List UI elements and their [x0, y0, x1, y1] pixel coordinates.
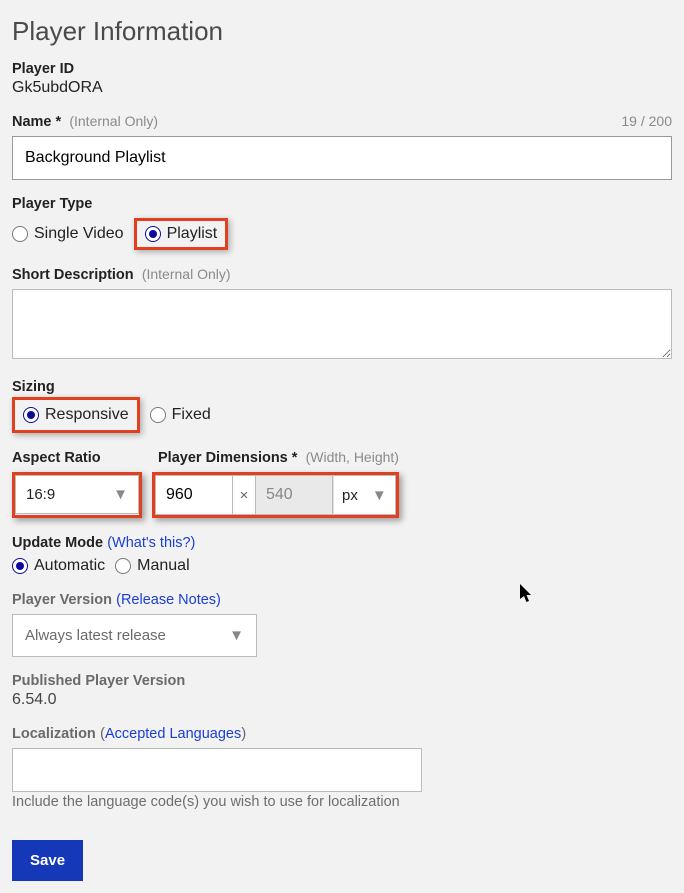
player-id-label: Player ID [12, 61, 672, 77]
dimensions-separator: × [233, 475, 255, 515]
update-mode-section: Update Mode (What's this?) Automatic Man… [12, 534, 672, 575]
player-type-playlist-label: Playlist [167, 225, 218, 243]
dimensions-unit-select[interactable]: px ▼ [333, 475, 396, 515]
dimensions-height-input [255, 475, 333, 515]
short-description-section: Short Description (Internal Only) [12, 266, 672, 363]
localization-section: Localization (Accepted Languages) Includ… [12, 725, 672, 810]
player-version-section: Player Version (Release Notes) Always la… [12, 591, 672, 657]
highlight-aspect-ratio: 16:9 ▼ [12, 472, 142, 518]
player-version-link[interactable]: (Release Notes) [116, 592, 221, 608]
localization-label: Localization [12, 726, 96, 742]
player-type-single-label: Single Video [34, 225, 124, 243]
published-version-value: 6.54.0 [12, 691, 672, 709]
save-button[interactable]: Save [12, 840, 83, 881]
localization-helper: Include the language code(s) you wish to… [12, 794, 672, 810]
radio-unselected-icon [150, 407, 166, 423]
update-mode-automatic-radio[interactable]: Automatic [12, 557, 105, 575]
player-type-label: Player Type [12, 196, 672, 212]
update-mode-label: Update Mode [12, 535, 103, 551]
name-section: Name * (Internal Only) 19 / 200 [12, 113, 672, 180]
highlight-playlist: Playlist [134, 218, 229, 250]
short-description-input[interactable] [12, 289, 672, 359]
aspect-ratio-label: Aspect Ratio [12, 450, 101, 466]
aspect-ratio-value: 16:9 [26, 486, 55, 503]
update-mode-automatic-label: Automatic [34, 557, 105, 575]
localization-input[interactable] [12, 748, 422, 792]
sizing-responsive-label: Responsive [45, 406, 129, 424]
name-input[interactable] [12, 136, 672, 180]
update-mode-link[interactable]: (What's this?) [107, 535, 195, 551]
aspect-dimensions-section: Aspect Ratio Player Dimensions * (Width,… [12, 449, 672, 518]
short-description-label: Short Description [12, 267, 134, 283]
player-version-select[interactable]: Always latest release ▼ [12, 614, 257, 657]
radio-unselected-icon [115, 558, 131, 574]
sizing-label: Sizing [12, 379, 672, 395]
dimensions-label: Player Dimensions * [158, 450, 297, 466]
dimensions-hint: (Width, Height) [306, 449, 399, 465]
sizing-fixed-label: Fixed [172, 406, 211, 424]
dimensions-width-input[interactable] [155, 475, 233, 515]
name-hint: (Internal Only) [69, 113, 158, 129]
short-description-hint: (Internal Only) [142, 266, 231, 282]
published-version-section: Published Player Version 6.54.0 [12, 673, 672, 709]
sizing-section: Sizing Responsive Fixed [12, 379, 672, 433]
update-mode-manual-radio[interactable]: Manual [115, 557, 189, 575]
sizing-responsive-radio[interactable]: Responsive [23, 406, 129, 424]
player-version-value: Always latest release [25, 627, 166, 644]
chevron-down-icon: ▼ [229, 627, 244, 644]
player-type-section: Player Type Single Video Playlist [12, 196, 672, 250]
highlight-dimensions: × px ▼ [152, 472, 399, 518]
dimensions-unit-label: px [342, 487, 358, 504]
name-label: Name * [12, 114, 61, 130]
radio-selected-icon [145, 226, 161, 242]
update-mode-manual-label: Manual [137, 557, 189, 575]
page-title: Player Information [12, 16, 672, 47]
sizing-fixed-radio[interactable]: Fixed [150, 406, 211, 424]
radio-selected-icon [23, 407, 39, 423]
localization-link[interactable]: Accepted Languages [105, 726, 241, 742]
player-id-section: Player ID Gk5ubdORA [12, 61, 672, 97]
radio-unselected-icon [12, 226, 28, 242]
player-type-playlist-radio[interactable]: Playlist [145, 225, 218, 243]
chevron-down-icon: ▼ [113, 486, 128, 503]
radio-selected-icon [12, 558, 28, 574]
name-counter: 19 / 200 [621, 113, 672, 129]
highlight-responsive: Responsive [12, 397, 140, 433]
chevron-down-icon: ▼ [372, 487, 387, 504]
player-id-value: Gk5ubdORA [12, 79, 672, 97]
player-type-single-radio[interactable]: Single Video [12, 225, 124, 243]
published-version-label: Published Player Version [12, 673, 672, 689]
player-version-label: Player Version [12, 592, 112, 608]
aspect-ratio-select[interactable]: 16:9 ▼ [15, 475, 139, 514]
